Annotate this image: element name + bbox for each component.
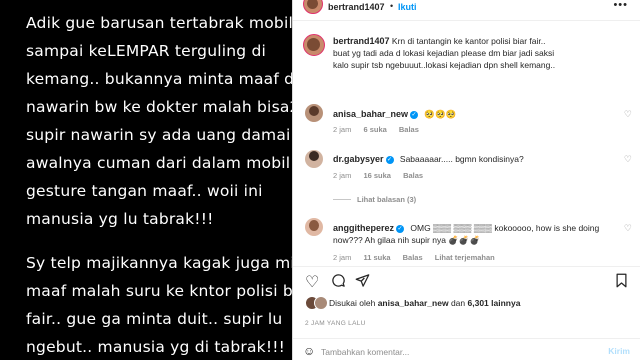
comment: dr.gabysyer ✓ Sabaaaaar..... bgmn kondisi… [333, 153, 524, 165]
comment-input[interactable] [321, 345, 581, 359]
comment-text: 🥺🥺🥺 [424, 109, 457, 119]
comment-meta: 2 jam 16 suka Balas [333, 171, 423, 180]
header-divider [293, 20, 640, 21]
comment: anisa_bahar_new ✓ 🥺🥺🥺 [333, 108, 456, 120]
view-replies-line [333, 199, 351, 200]
emoji-icon[interactable]: ☺ [303, 344, 315, 358]
comment-likes[interactable]: 16 suka [363, 171, 391, 180]
reply-button[interactable]: Balas [403, 253, 423, 262]
view-replies-button[interactable]: Lihat balasan (3) [357, 195, 416, 204]
verified-badge-icon: ✓ [410, 110, 419, 119]
comment-likes[interactable]: 11 suka [363, 253, 390, 262]
view-replies-label: Lihat balasan (3) [357, 195, 417, 204]
caption-text: kalo supir tsb ngebuuut..lokasi kejadian… [333, 60, 556, 70]
caption-text: buat yg tadi ada d lokasi kejadian pleas… [333, 48, 555, 58]
verified-badge-icon: ✓ [385, 155, 394, 164]
caption: bertrand1407 Krn di tantangin ke kantor … [333, 35, 633, 71]
separator-dot: • [390, 1, 394, 11]
comment-time: 2 jam [333, 253, 352, 262]
liked-by: Disukai oleh anisa_bahar_new dan 6,301 l… [329, 298, 520, 308]
comment-text: Sabaaaaar..... bgmn kondisinya? [399, 154, 524, 164]
story-text-line: kemang.. bukannya minta maaf dan [26, 70, 292, 88]
story-text-line: Adik gue barusan tertabrak mobil [26, 14, 292, 32]
post-time: 2 JAM YANG LALU [305, 320, 366, 327]
caption-username[interactable]: bertrand1407 [333, 36, 390, 46]
post-panel: bertrand1407 • Ikuti ••• bertrand1407 Kr… [293, 0, 640, 360]
story-text-line: awalnya cuman dari dalam mobil ksi [26, 154, 292, 172]
liked-by-user[interactable]: anisa_bahar_new [378, 298, 449, 308]
post-comment-button[interactable]: Kirim [608, 346, 630, 356]
caption-text: Krn di tantangin ke kantor polisi biar f… [391, 36, 546, 46]
comment-time: 2 jam [333, 171, 352, 180]
story-text-line: maaf malah suru ke kntor polisi biar [26, 282, 292, 300]
comment-icon[interactable] [331, 273, 346, 293]
reply-button[interactable]: Balas [403, 171, 423, 180]
liked-by-prefix: Disukai oleh [329, 298, 376, 308]
avatar[interactable] [303, 0, 323, 14]
reply-button[interactable]: Balas [399, 125, 419, 134]
comment: anggitheperez ✓ OMG ▒▒▒ ▒▒▒ ▒▒▒ kokooooo,… [333, 222, 623, 246]
translate-button[interactable]: Lihat terjemahan [435, 253, 495, 262]
comment-likes[interactable]: 6 suka [363, 125, 386, 134]
comment-text: now??? Ah gilaa nih supir nya 💣💣💣 [333, 235, 481, 245]
more-horizontal-icon[interactable]: ••• [613, 0, 628, 11]
heart-icon[interactable]: ♡ [624, 154, 632, 165]
post-header: bertrand1407 • Ikuti ••• [293, 0, 640, 20]
story-text-line: nawarin bw ke dokter malah bisa2 nya [26, 98, 292, 116]
share-icon[interactable] [355, 273, 370, 293]
story-image: Adik gue barusan tertabrak mobil sampai … [0, 0, 292, 360]
avatar [314, 296, 328, 310]
story-text-line: Sy telp majikannya kagak juga minta [26, 254, 292, 272]
story-text-line: manusia yg lu tabrak!!! [26, 210, 214, 228]
comment-time: 2 jam [333, 125, 352, 134]
bookmark-icon[interactable] [615, 273, 628, 293]
avatar[interactable] [305, 218, 323, 236]
add-comment-row: ☺ Kirim [293, 344, 640, 360]
heart-icon[interactable]: ♡ [305, 272, 319, 292]
liked-by-middle: dan [450, 298, 466, 308]
liked-by-others[interactable]: 6,301 lainnya [468, 298, 521, 308]
story-text-line: fair.. gue ga minta duit.. supir lu [26, 310, 283, 328]
footer-divider [293, 338, 640, 339]
header-username[interactable]: bertrand1407 [328, 2, 385, 12]
comment-username[interactable]: anggitheperez [333, 223, 394, 233]
story-text-line: gesture tangan maaf.. woii ini [26, 182, 263, 200]
comment-text: OMG ▒▒▒ ▒▒▒ ▒▒▒ kokooooo, how is she doi… [410, 223, 600, 233]
heart-icon[interactable]: ♡ [624, 109, 632, 120]
action-bar: ♡ [293, 272, 640, 294]
comments-divider [293, 266, 640, 267]
comment-username[interactable]: anisa_bahar_new [333, 109, 408, 119]
story-text-line: ngebut.. manusia yg di tabrak!!! [26, 338, 286, 356]
avatar[interactable] [305, 150, 323, 168]
story-text-line: supir nawarin sy ada uang damai.. [26, 126, 292, 144]
follow-button[interactable]: Ikuti [398, 2, 417, 12]
avatar[interactable] [303, 34, 325, 56]
comment-username[interactable]: dr.gabysyer [333, 154, 384, 164]
comment-meta: 2 jam 11 suka Balas Lihat terjemahan [333, 253, 495, 262]
story-text-line: sampai keLEMPAR terguling di [26, 42, 266, 60]
heart-icon[interactable]: ♡ [624, 223, 632, 234]
avatar[interactable] [305, 104, 323, 122]
comment-meta: 2 jam 6 suka Balas [333, 125, 419, 134]
verified-badge-icon: ✓ [396, 224, 405, 233]
